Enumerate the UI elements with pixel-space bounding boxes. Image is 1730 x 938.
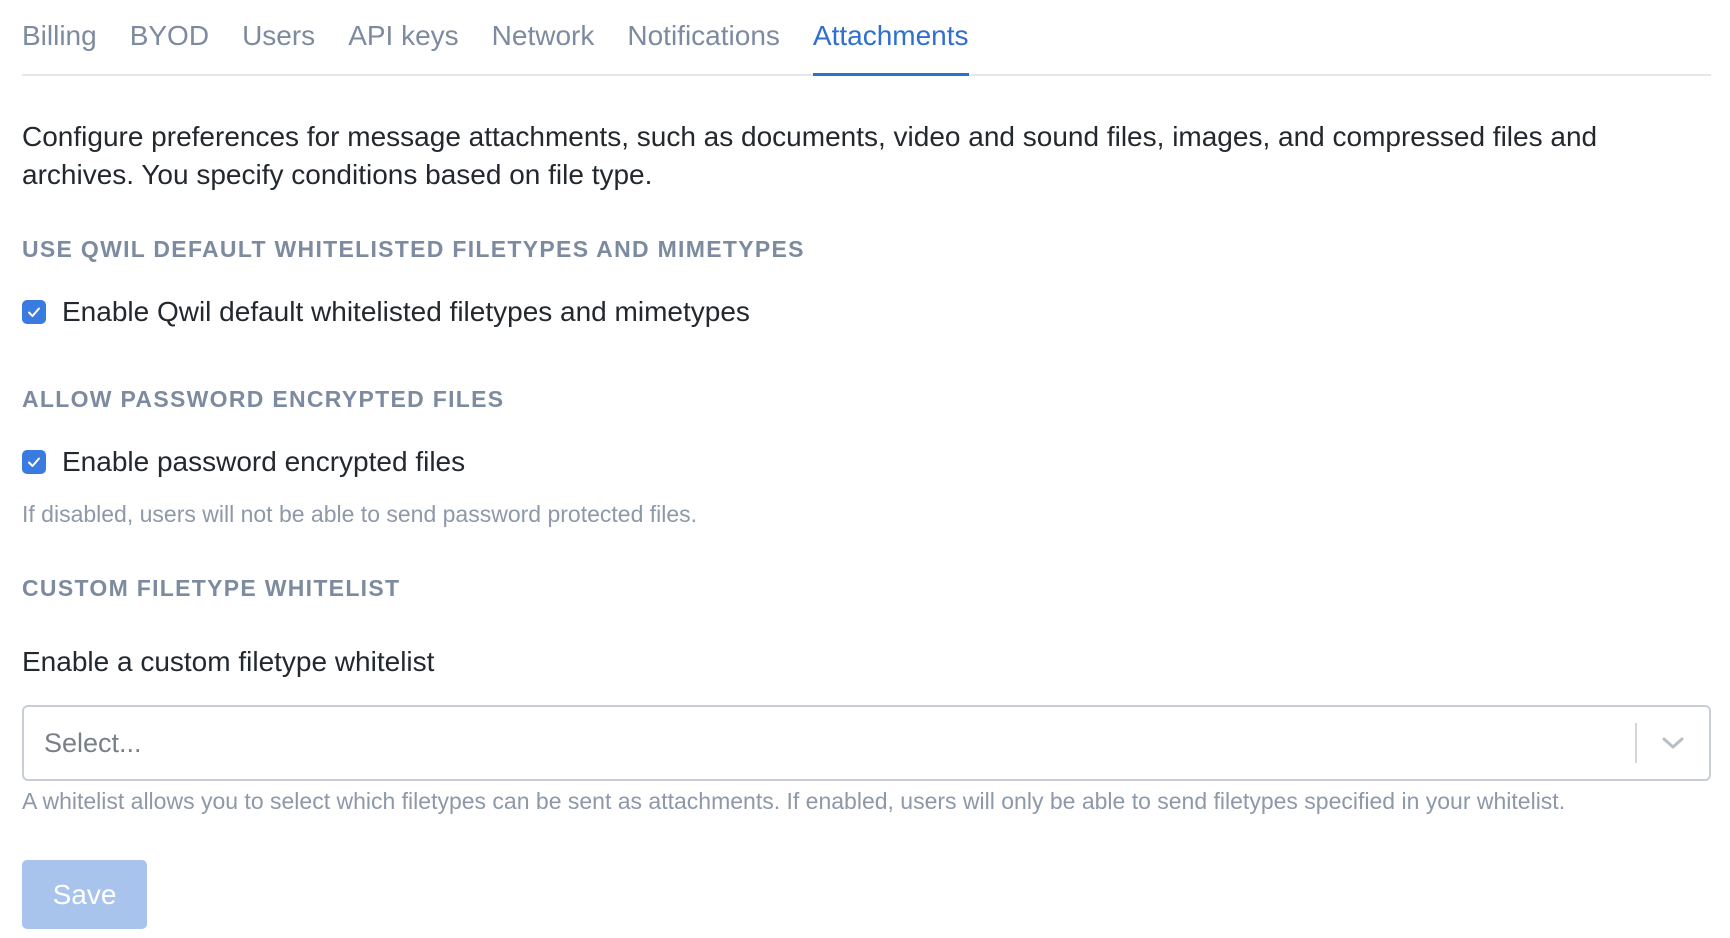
chevron-down-icon[interactable] <box>1637 707 1709 779</box>
password-encrypted-label: Enable password encrypted files <box>62 446 466 477</box>
section-title-password-encrypted: ALLOW PASSWORD ENCRYPTED FILES <box>22 386 505 412</box>
tab-byod[interactable]: BYOD <box>130 20 209 74</box>
tab-users[interactable]: Users <box>242 20 315 74</box>
password-encrypted-row[interactable]: Enable password encrypted files <box>22 446 465 478</box>
tab-network[interactable]: Network <box>492 20 595 74</box>
select-placeholder: Select... <box>44 727 142 758</box>
default-whitelist-row[interactable]: Enable Qwil default whitelisted filetype… <box>22 296 750 328</box>
save-button[interactable]: Save <box>22 860 147 929</box>
custom-whitelist-hint: A whitelist allows you to select which f… <box>22 788 1566 814</box>
custom-whitelist-label: Enable a custom filetype whitelist <box>22 646 435 677</box>
tab-attachments[interactable]: Attachments <box>812 20 969 76</box>
settings-tabs: Billing BYOD Users API keys Network Noti… <box>22 0 1711 76</box>
check-icon <box>28 307 40 317</box>
default-whitelist-label: Enable Qwil default whitelisted filetype… <box>62 296 750 327</box>
custom-whitelist-select[interactable]: Select... <box>22 705 1711 781</box>
check-icon <box>28 457 40 467</box>
page-description: Configure preferences for message attach… <box>22 121 1598 190</box>
section-title-default-whitelist: USE QWIL DEFAULT WHITELISTED FILETYPES A… <box>22 236 805 262</box>
tab-notifications[interactable]: Notifications <box>627 20 780 74</box>
default-whitelist-checkbox[interactable] <box>22 300 46 324</box>
section-title-custom-whitelist: CUSTOM FILETYPE WHITELIST <box>22 575 401 601</box>
tab-billing[interactable]: Billing <box>22 20 97 74</box>
password-encrypted-checkbox[interactable] <box>22 450 46 474</box>
tab-api-keys[interactable]: API keys <box>348 20 458 74</box>
attachments-settings-page: Billing BYOD Users API keys Network Noti… <box>0 0 1730 938</box>
password-encrypted-hint: If disabled, users will not be able to s… <box>22 501 698 527</box>
